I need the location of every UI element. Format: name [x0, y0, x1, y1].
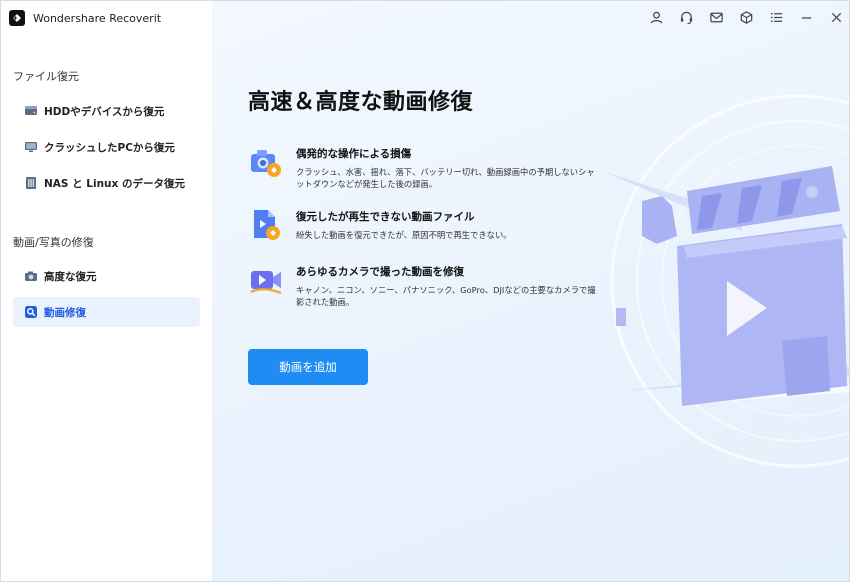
crashed-pc-icon	[24, 140, 38, 154]
window-toolbar	[641, 6, 849, 28]
app-name: Wondershare Recoverit	[33, 11, 162, 25]
app-title-bar: Wondershare Recoverit	[9, 8, 161, 28]
feature-accidental-damage: 偶発的な操作による損傷 クラッシュ、水害、揺れ、落下、バッテリー切れ、動画録画中…	[248, 144, 608, 190]
feature-description: 紛失した動画を復元できたが、原因不明で再生できない。	[296, 230, 512, 240]
nas-icon	[24, 176, 38, 190]
section-label-file-recovery: ファイル復元	[13, 70, 79, 83]
sidebar-item-advanced-recovery[interactable]: 高度な復元	[13, 261, 200, 291]
feature-title: 偶発的な操作による損傷	[296, 148, 412, 160]
sidebar: Wondershare Recoverit ファイル復元 HDDやデバイスから復…	[1, 1, 212, 581]
feature-unplayable-file: 復元したが再生できない動画ファイル 紛失した動画を復元できたが、原因不明で再生で…	[248, 207, 608, 243]
main-panel: 高速＆高度な動画修復 偶発的な操作による損傷 クラッシュ、水害、揺れ、落下、バッ…	[212, 1, 849, 581]
sidebar-item-crashed-pc[interactable]: クラッシュしたPCから復元	[13, 132, 200, 162]
cube-icon[interactable]	[731, 6, 761, 28]
sidebar-item-label: 高度な復元	[44, 270, 97, 283]
damaged-camera-icon	[248, 144, 284, 180]
sidebar-item-video-repair[interactable]: 動画修復	[13, 297, 200, 327]
video-repair-icon	[24, 305, 38, 319]
video-camera-icon	[248, 262, 284, 298]
feature-any-camera: あらゆるカメラで撮った動画を修復 キャノン、ニコン、ソニー、パナソニック、GoP…	[248, 262, 608, 308]
headset-icon[interactable]	[671, 6, 701, 28]
close-icon[interactable]	[821, 6, 849, 28]
mail-icon[interactable]	[701, 6, 731, 28]
feature-title: あらゆるカメラで撮った動画を修復	[296, 266, 464, 278]
minimize-icon[interactable]	[791, 6, 821, 28]
feature-description: キャノン、ニコン、ソニー、パナソニック、GoPro、DJIなどの主要なカメラで撮…	[296, 285, 596, 307]
video-repair-illustration	[602, 86, 849, 476]
recoverit-logo-icon	[9, 10, 25, 26]
sidebar-item-nas-linux[interactable]: NAS と Linux のデータ復元	[13, 168, 200, 198]
app-window: Wondershare Recoverit ファイル復元 HDDやデバイスから復…	[0, 0, 850, 582]
sidebar-item-label: NAS と Linux のデータ復元	[44, 177, 185, 190]
hdd-icon	[24, 104, 38, 118]
broken-video-file-icon	[248, 207, 284, 243]
camera-icon	[24, 269, 38, 283]
sidebar-item-label: 動画修復	[44, 306, 86, 319]
user-icon[interactable]	[641, 6, 671, 28]
sidebar-item-label: HDDやデバイスから復元	[44, 105, 165, 118]
feature-description: クラッシュ、水害、揺れ、落下、バッテリー切れ、動画録画中の予期しないシャットダウ…	[296, 167, 595, 189]
sidebar-item-hdd-recovery[interactable]: HDDやデバイスから復元	[13, 96, 200, 126]
add-video-button[interactable]: 動画を追加	[248, 349, 368, 385]
sidebar-item-label: クラッシュしたPCから復元	[44, 141, 175, 154]
section-label-video-photo-repair: 動画/写真の修復	[13, 236, 94, 249]
menu-icon[interactable]	[761, 6, 791, 28]
feature-title: 復元したが再生できない動画ファイル	[296, 211, 475, 223]
page-title: 高速＆高度な動画修復	[248, 90, 474, 115]
